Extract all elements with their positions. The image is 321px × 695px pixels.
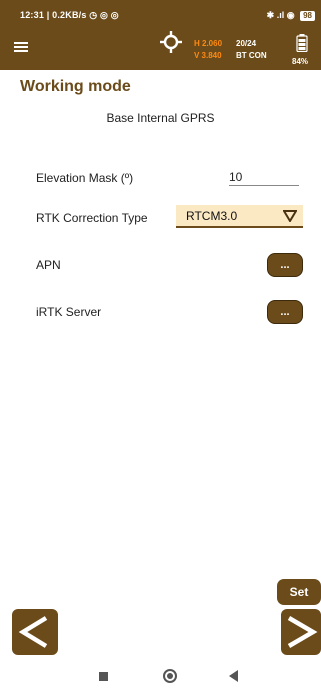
rtk-correction-label: RTK Correction Type [36, 211, 148, 225]
chevron-right-icon [287, 616, 318, 648]
precision-readout: H 2.060 V 3.840 [194, 38, 222, 62]
status-signal-icons: ✱ .ıl ◉ [266, 10, 295, 20]
dropdown-arrow-icon [283, 210, 297, 222]
home-icon[interactable] [163, 669, 177, 683]
satellite-count: 20/24 [236, 39, 257, 48]
prev-button[interactable] [12, 609, 58, 655]
rtk-correction-value: RTCM3.0 [186, 209, 238, 223]
system-navigation-bar [0, 658, 321, 695]
rtk-correction-select[interactable]: RTCM3.0 [176, 205, 303, 228]
crosshair-icon[interactable] [159, 30, 183, 54]
page-title: Working mode [20, 78, 131, 95]
satellite-readout: 20/24 BT CON [236, 38, 267, 62]
back-icon[interactable] [229, 670, 238, 682]
device-battery-pct: 84% [292, 57, 309, 66]
next-button[interactable] [281, 609, 321, 655]
elevation-mask-input[interactable]: 10 [229, 170, 299, 186]
elevation-mask-label: Elevation Mask (º) [36, 171, 134, 185]
set-button[interactable]: Set [277, 579, 321, 605]
recents-icon[interactable] [99, 672, 108, 681]
hamburger-icon[interactable] [14, 42, 28, 52]
chevron-left-icon [18, 616, 48, 648]
irtk-server-edit-button[interactable]: ... [267, 300, 303, 324]
status-bar: 12:31 | 0.2KB/s ◷ ◎ ◎ ✱ .ıl ◉ 98 [0, 0, 321, 30]
app-header: 12:31 | 0.2KB/s ◷ ◎ ◎ ✱ .ıl ◉ 98 H 2.060… [0, 0, 321, 70]
apn-label: APN [36, 258, 61, 272]
battery-icon [296, 34, 308, 52]
irtk-server-label: iRTK Server [36, 305, 102, 319]
v-precision: V 3.840 [194, 51, 222, 60]
working-mode-value: Base Internal GPRS [106, 111, 215, 125]
status-indicators: ✱ .ıl ◉ 98 [267, 10, 315, 21]
apn-edit-button[interactable]: ... [267, 253, 303, 277]
connection-status: BT CON [236, 51, 267, 60]
h-precision: H 2.060 [194, 39, 223, 48]
status-time-network: 12:31 | 0.2KB/s ◷ ◎ ◎ [20, 10, 119, 20]
status-battery: 98 [300, 11, 315, 21]
